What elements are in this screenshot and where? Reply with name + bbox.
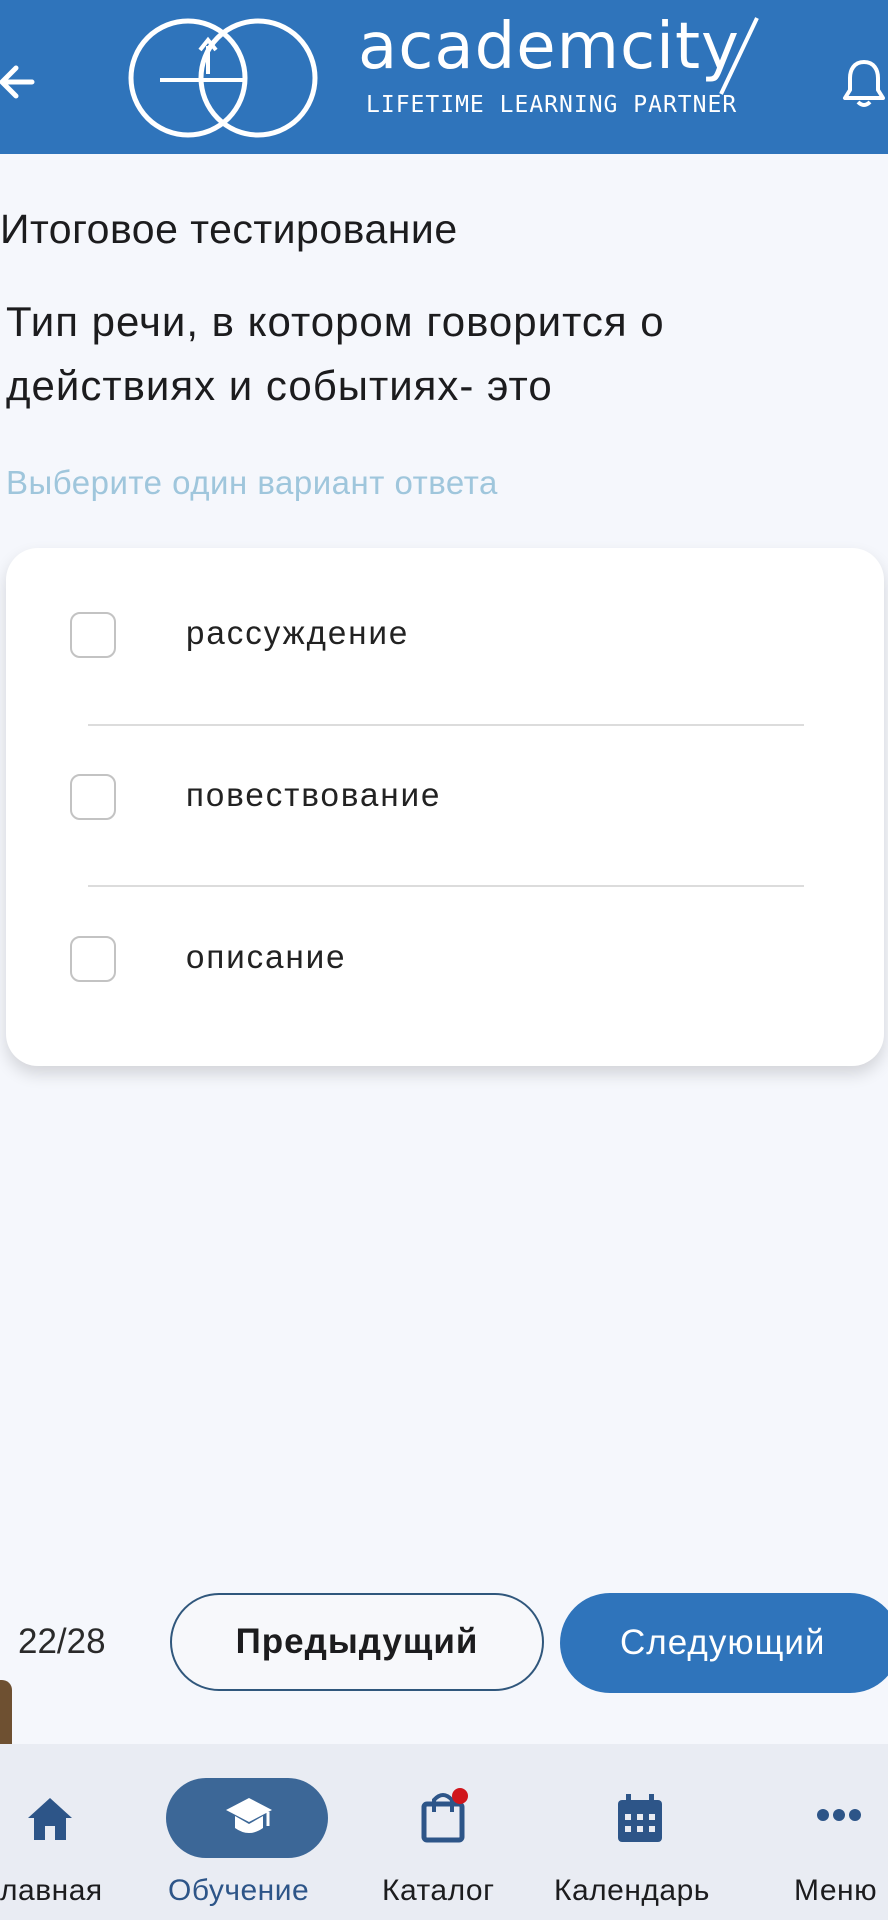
bottom-tab-bar: лавная Обучение Каталог Календарь Меню (0, 1744, 888, 1920)
tab-label: Меню (794, 1874, 878, 1907)
logo-slash (719, 17, 759, 95)
divider (88, 885, 804, 887)
tab-label: Календарь (554, 1874, 710, 1907)
previous-button[interactable]: Предыдущий (170, 1593, 544, 1691)
question-text: Тип речи, в котором говорится о действия… (6, 298, 665, 409)
home-icon (28, 1798, 72, 1840)
option-label: описание (186, 938, 347, 975)
tab-menu[interactable]: Меню (790, 1744, 888, 1920)
page-title: Итоговое тестирование (0, 206, 458, 252)
divider (88, 724, 804, 726)
tab-label: лавная (0, 1874, 103, 1907)
logo-wordmark: academcity (358, 10, 740, 84)
more-icon (817, 1809, 861, 1821)
answer-options-card: рассуждение повествование описание (6, 548, 884, 1066)
bell-icon (843, 60, 885, 107)
question-progress: 22/28 (18, 1622, 106, 1661)
back-button[interactable] (0, 60, 40, 104)
option-reasoning[interactable]: рассуждение (6, 576, 884, 696)
arrow-left-icon (0, 65, 35, 99)
tab-learning[interactable]: Обучение (150, 1744, 340, 1920)
checkbox[interactable] (70, 936, 116, 982)
tab-home[interactable]: лавная (0, 1744, 150, 1920)
tab-catalog[interactable]: Каталог (370, 1744, 520, 1920)
answer-hint: Выберите один вариант ответа (6, 464, 498, 501)
next-button[interactable]: Следующий (560, 1593, 888, 1693)
logo-tagline: LIFETIME LEARNING PARTNER (366, 92, 738, 118)
shopping-bag-icon (421, 1788, 468, 1843)
option-label: повествование (186, 776, 442, 813)
option-narration[interactable]: повествование (6, 738, 884, 858)
graduation-cap-icon (226, 1798, 272, 1833)
tab-label: Обучение (168, 1874, 310, 1907)
tab-calendar[interactable]: Календарь (550, 1744, 740, 1920)
calendar-icon (618, 1794, 662, 1842)
checkbox[interactable] (70, 774, 116, 820)
option-description[interactable]: описание (6, 900, 884, 1020)
notifications-button[interactable] (842, 58, 886, 108)
tab-label: Каталог (382, 1874, 495, 1907)
checkbox[interactable] (70, 612, 116, 658)
option-label: рассуждение (186, 614, 410, 651)
app-header: academcity LIFETIME LEARNING PARTNER (0, 0, 888, 154)
logo-mark (128, 18, 318, 138)
